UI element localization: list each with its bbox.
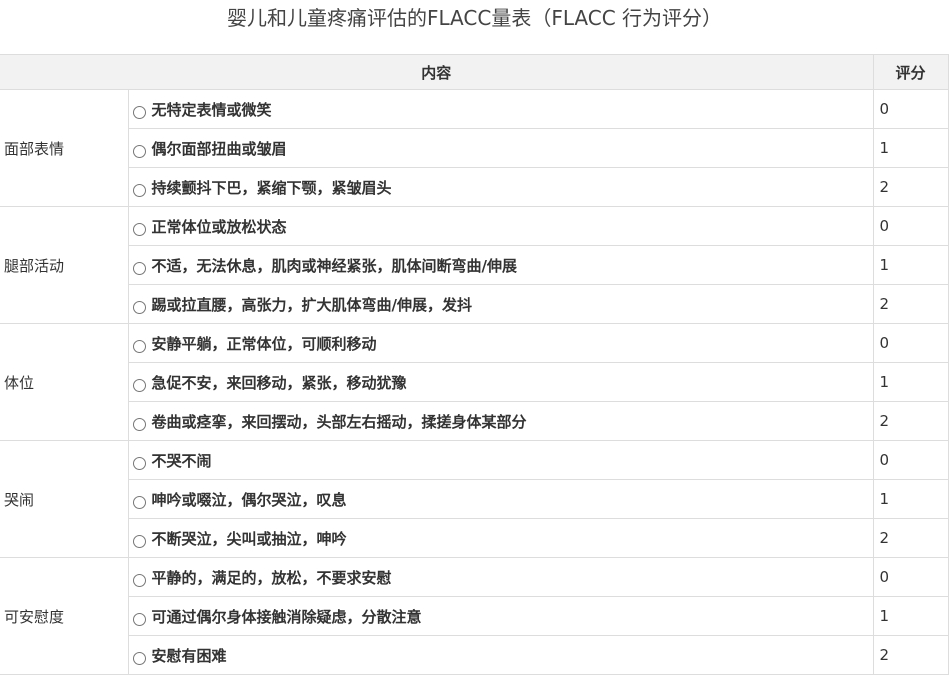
- option-text: 安慰有困难: [151, 646, 227, 665]
- page-title: 婴儿和儿童疼痛评估的FLACC量表（FLACC 行为评分）: [226, 6, 723, 30]
- option-radio-label[interactable]: 持续颤抖下巴，紧缩下颚，紧皱眉头: [132, 169, 873, 206]
- option-cell: 平静的，满足的，放松，不要求安慰: [127, 557, 874, 597]
- radio-button[interactable]: [132, 612, 146, 626]
- category-label: 哭闹: [0, 440, 129, 558]
- table-row: 腿部活动 正常体位或放松状态 0: [0, 206, 949, 324]
- category-label: 腿部活动: [0, 206, 129, 324]
- option-radio-label[interactable]: 踢或拉直腰，高张力，扩大肌体弯曲/伸展，发抖: [132, 286, 873, 323]
- option-text: 偶尔面部扭曲或皱眉: [151, 139, 287, 158]
- table-row: 哭闹 不哭不闹 0: [0, 440, 949, 558]
- radio-button[interactable]: [132, 417, 146, 431]
- option-radio-label[interactable]: 平静的，满足的，放松，不要求安慰: [132, 559, 873, 596]
- option-cell: 不哭不闹: [127, 440, 874, 480]
- option-text: 安静平躺，正常体位，可顺利移动: [151, 334, 377, 353]
- table-row: 踢或拉直腰，高张力，扩大肌体弯曲/伸展，发抖 2: [0, 284, 949, 324]
- option-cell: 可通过偶尔身体接触消除疑虑，分散注意: [127, 596, 874, 636]
- table-row: 可安慰度 平静的，满足的，放松，不要求安慰 0: [0, 557, 949, 675]
- radio-button[interactable]: [132, 105, 146, 119]
- score-value: 2: [872, 401, 949, 441]
- table-body: 面部表情 无特定表情或微笑 0 偶尔面部扭曲或皱眉 1 持续颤抖下巴，紧缩下颚，紧皱眉头 2…: [0, 89, 949, 675]
- option-cell: 不适，无法休息，肌肉或神经紧张，肌体间断弯曲/伸展: [127, 245, 874, 285]
- option-cell: 不断哭泣，尖叫或抽泣，呻吟: [127, 518, 874, 558]
- score-value: 0: [872, 440, 949, 480]
- radio-button[interactable]: [132, 534, 146, 548]
- table-row: 卷曲或痉挛，来回摆动，头部左右摇动，揉搓身体某部分 2: [0, 401, 949, 441]
- option-text: 卷曲或痉挛，来回摆动，头部左右摇动，揉搓身体某部分: [151, 412, 527, 431]
- table-row: 不断哭泣，尖叫或抽泣，呻吟 2: [0, 518, 949, 558]
- radio-button[interactable]: [132, 144, 146, 158]
- category-label: 面部表情: [0, 89, 129, 207]
- score-value: 0: [872, 89, 949, 129]
- score-value: 1: [872, 479, 949, 519]
- header-content: 内容: [0, 54, 874, 90]
- category-label: 可安慰度: [0, 557, 129, 675]
- radio-button[interactable]: [132, 378, 146, 392]
- table-row: 不适，无法休息，肌肉或神经紧张，肌体间断弯曲/伸展 1: [0, 245, 949, 285]
- score-value: 1: [872, 362, 949, 402]
- option-text: 持续颤抖下巴，紧缩下颚，紧皱眉头: [151, 178, 392, 197]
- score-value: 0: [872, 323, 949, 363]
- table-row: 急促不安，来回移动，紧张，移动犹豫 1: [0, 362, 949, 402]
- option-cell: 无特定表情或微笑: [127, 89, 874, 129]
- option-text: 无特定表情或微笑: [151, 100, 272, 119]
- option-cell: 偶尔面部扭曲或皱眉: [127, 128, 874, 168]
- radio-button[interactable]: [132, 339, 146, 353]
- option-text: 不断哭泣，尖叫或抽泣，呻吟: [151, 529, 347, 548]
- option-cell: 卷曲或痉挛，来回摆动，头部左右摇动，揉搓身体某部分: [127, 401, 874, 441]
- header-score: 评分: [872, 54, 949, 90]
- table-row: 体位 安静平躺，正常体位，可顺利移动 0: [0, 323, 949, 441]
- option-radio-label[interactable]: 偶尔面部扭曲或皱眉: [132, 130, 873, 167]
- option-cell: 安静平躺，正常体位，可顺利移动: [127, 323, 874, 363]
- option-radio-label[interactable]: 卷曲或痉挛，来回摆动，头部左右摇动，揉搓身体某部分: [132, 403, 873, 440]
- option-radio-label[interactable]: 可通过偶尔身体接触消除疑虑，分散注意: [132, 598, 873, 635]
- option-text: 急促不安，来回移动，紧张，移动犹豫: [151, 373, 407, 392]
- option-radio-label[interactable]: 无特定表情或微笑: [132, 91, 873, 128]
- option-text: 不哭不闹: [151, 451, 212, 470]
- option-text: 平静的，满足的，放松，不要求安慰: [151, 568, 392, 587]
- option-text: 正常体位或放松状态: [151, 217, 287, 236]
- table-row: 面部表情 无特定表情或微笑 0: [0, 89, 949, 207]
- score-value: 2: [872, 284, 949, 324]
- option-radio-label[interactable]: 正常体位或放松状态: [132, 208, 873, 245]
- radio-button[interactable]: [132, 456, 146, 470]
- table-row: 可通过偶尔身体接触消除疑虑，分散注意 1: [0, 596, 949, 636]
- radio-button[interactable]: [132, 300, 146, 314]
- category-label: 体位: [0, 323, 129, 441]
- table-header-row: 内容 评分: [0, 54, 949, 90]
- score-value: 0: [872, 206, 949, 246]
- radio-button[interactable]: [132, 573, 146, 587]
- table-row: 呻吟或啜泣，偶尔哭泣，叹息 1: [0, 479, 949, 519]
- score-value: 1: [872, 128, 949, 168]
- option-text: 呻吟或啜泣，偶尔哭泣，叹息: [151, 490, 347, 509]
- radio-button[interactable]: [132, 651, 146, 665]
- radio-button[interactable]: [132, 183, 146, 197]
- flacc-table: 内容 评分 面部表情 无特定表情或微笑 0 偶尔面部扭曲或皱眉 1 持续颤抖下巴，紧缩下颚…: [0, 54, 949, 675]
- radio-button[interactable]: [132, 495, 146, 509]
- score-value: 2: [872, 167, 949, 207]
- option-cell: 呻吟或啜泣，偶尔哭泣，叹息: [127, 479, 874, 519]
- score-value: 0: [872, 557, 949, 597]
- option-text: 踢或拉直腰，高张力，扩大肌体弯曲/伸展，发抖: [151, 295, 472, 314]
- score-value: 2: [872, 518, 949, 558]
- option-text: 不适，无法休息，肌肉或神经紧张，肌体间断弯曲/伸展: [151, 256, 517, 275]
- score-value: 1: [872, 596, 949, 636]
- option-cell: 踢或拉直腰，高张力，扩大肌体弯曲/伸展，发抖: [127, 284, 874, 324]
- option-text: 可通过偶尔身体接触消除疑虑，分散注意: [151, 607, 422, 626]
- option-radio-label[interactable]: 安慰有困难: [132, 637, 873, 674]
- option-radio-label[interactable]: 不哭不闹: [132, 442, 873, 479]
- table-row: 偶尔面部扭曲或皱眉 1: [0, 128, 949, 168]
- option-radio-label[interactable]: 不适，无法休息，肌肉或神经紧张，肌体间断弯曲/伸展: [132, 247, 873, 284]
- option-radio-label[interactable]: 安静平躺，正常体位，可顺利移动: [132, 325, 873, 362]
- option-radio-label[interactable]: 不断哭泣，尖叫或抽泣，呻吟: [132, 520, 873, 557]
- option-radio-label[interactable]: 急促不安，来回移动，紧张，移动犹豫: [132, 364, 873, 401]
- radio-button[interactable]: [132, 222, 146, 236]
- score-value: 1: [872, 245, 949, 285]
- option-cell: 急促不安，来回移动，紧张，移动犹豫: [127, 362, 874, 402]
- option-cell: 正常体位或放松状态: [127, 206, 874, 246]
- table-row: 持续颤抖下巴，紧缩下颚，紧皱眉头 2: [0, 167, 949, 207]
- option-cell: 持续颤抖下巴，紧缩下颚，紧皱眉头: [127, 167, 874, 207]
- radio-button[interactable]: [132, 261, 146, 275]
- option-radio-label[interactable]: 呻吟或啜泣，偶尔哭泣，叹息: [132, 481, 873, 518]
